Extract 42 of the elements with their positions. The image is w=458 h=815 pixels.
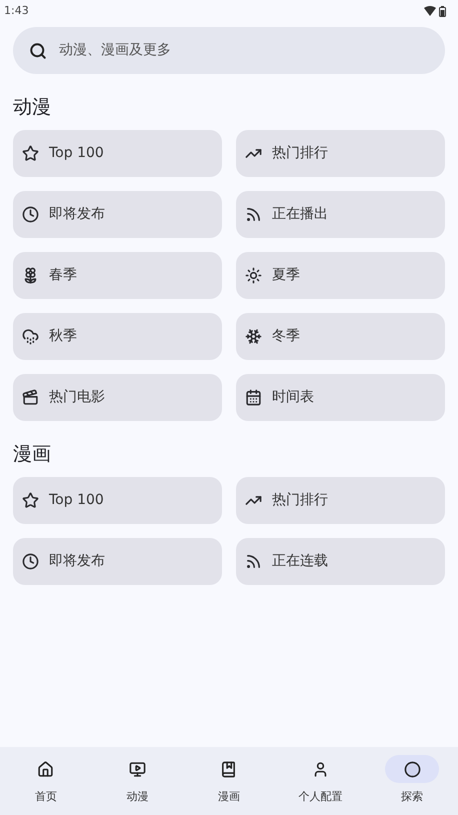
- category-button[interactable]: 时间表: [236, 374, 445, 421]
- battery-icon: [439, 6, 446, 16]
- nav-tab[interactable]: 动漫: [92, 755, 184, 806]
- clapperboard-icon: [22, 389, 39, 406]
- search-field[interactable]: 动漫、漫画及更多: [13, 27, 445, 74]
- nav-tab[interactable]: 漫画: [183, 755, 275, 806]
- category-button[interactable]: 即将发布: [13, 191, 222, 238]
- star-icon: [22, 492, 39, 509]
- category-button[interactable]: 正在连载: [236, 538, 445, 585]
- category-button[interactable]: 冬季: [236, 313, 445, 360]
- nav-tab[interactable]: 个人配置: [274, 755, 366, 806]
- status-time: 1:43: [4, 2, 29, 19]
- rain-cloud-icon: [22, 328, 39, 345]
- section-heading: 动漫: [13, 95, 52, 120]
- category-button[interactable]: 即将发布: [13, 538, 222, 585]
- category-button[interactable]: 夏季: [236, 252, 445, 299]
- clock-icon: [22, 553, 39, 570]
- category-button[interactable]: Top 100: [13, 477, 222, 524]
- rss-icon: [245, 553, 262, 570]
- tv-play-icon: [128, 760, 146, 778]
- category-button[interactable]: 热门排行: [236, 477, 445, 524]
- flower-icon: [22, 267, 39, 284]
- section-heading: 漫画: [13, 442, 52, 467]
- category-button[interactable]: 热门排行: [236, 130, 445, 177]
- snowflake-icon: [245, 328, 262, 345]
- calendar-icon: [245, 389, 262, 406]
- category-button[interactable]: 秋季: [13, 313, 222, 360]
- home-icon: [37, 760, 54, 778]
- category-button[interactable]: 春季: [13, 252, 222, 299]
- book-icon: [220, 760, 238, 778]
- clock-icon: [22, 206, 39, 223]
- rss-icon: [245, 206, 262, 223]
- nav-tab[interactable]: 首页: [0, 755, 92, 806]
- category-button[interactable]: 正在播出: [236, 191, 445, 238]
- category-button[interactable]: 热门电影: [13, 374, 222, 421]
- wifi-icon: [424, 6, 436, 16]
- star-icon: [22, 145, 39, 162]
- search-input[interactable]: 动漫、漫画及更多: [59, 40, 429, 61]
- category-button[interactable]: Top 100: [13, 130, 222, 177]
- nav-tab[interactable]: 探索: [366, 755, 458, 806]
- sun-icon: [245, 267, 262, 284]
- search-icon: [29, 42, 47, 60]
